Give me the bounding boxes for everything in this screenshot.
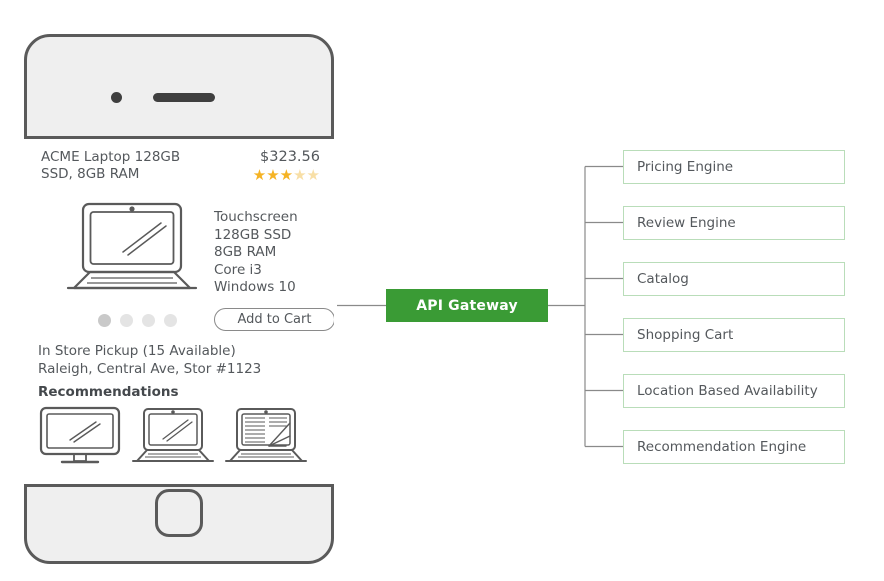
- api-gateway-node[interactable]: API Gateway: [386, 289, 548, 322]
- laptop-icon[interactable]: [131, 406, 215, 466]
- carousel-dot[interactable]: [164, 314, 177, 327]
- spec-item: Windows 10: [214, 279, 296, 295]
- phone-screen: ACME Laptop 128GB SSD, 8GB RAM $323.56 ★…: [24, 136, 334, 487]
- spec-item: Core i3: [214, 261, 262, 278]
- store-availability: In Store Pickup (15 Available) Raleigh, …: [38, 343, 261, 378]
- star-filled-icon: ★: [266, 166, 280, 184]
- speaker-grill-icon: [153, 93, 215, 102]
- star-filled-icon: ★: [252, 166, 267, 184]
- spec-item: 8GB RAM: [214, 244, 277, 260]
- desktop-monitor-icon[interactable]: [38, 406, 122, 466]
- spec-item: Touchscreen: [214, 209, 298, 225]
- service-box-shopping-cart[interactable]: Shopping Cart: [623, 318, 845, 352]
- availability-line-1: In Store Pickup (15 Available): [38, 343, 236, 359]
- product-price: $323.56: [260, 149, 320, 165]
- carousel-dot[interactable]: [120, 314, 133, 327]
- add-to-cart-button[interactable]: Add to Cart: [214, 308, 334, 331]
- smartphone-mockup: ACME Laptop 128GB SSD, 8GB RAM $323.56 ★…: [24, 34, 334, 564]
- home-button[interactable]: [155, 489, 203, 537]
- service-box-location-based-availability[interactable]: Location Based Availability: [623, 374, 845, 408]
- service-box-catalog[interactable]: Catalog: [623, 262, 845, 296]
- service-box-review-engine[interactable]: Review Engine: [623, 206, 845, 240]
- service-box-pricing-engine[interactable]: Pricing Engine: [623, 150, 845, 184]
- recommendations-heading: Recommendations: [38, 384, 179, 400]
- image-carousel-dots[interactable]: [98, 314, 177, 327]
- product-title: ACME Laptop 128GB SSD, 8GB RAM: [41, 149, 181, 182]
- carousel-dot[interactable]: [98, 314, 111, 327]
- diagram-canvas: ACME Laptop 128GB SSD, 8GB RAM $323.56 ★…: [0, 0, 884, 581]
- service-box-recommendation-engine[interactable]: Recommendation Engine: [623, 430, 845, 464]
- star-empty-icon: ★: [306, 166, 320, 184]
- availability-line-2: Raleigh, Central Ave, Stor #1123: [38, 360, 262, 377]
- product-spec-list: Touchscreen 128GB SSD 8GB RAM Core i3 Wi…: [214, 209, 298, 297]
- spec-item: 128GB SSD: [214, 226, 292, 243]
- recommendations-row: [38, 406, 308, 466]
- star-rating: ★★★★★: [253, 168, 320, 183]
- star-filled-icon: ★: [279, 166, 294, 184]
- laptop-icon: [66, 202, 198, 290]
- laptop-with-text-icon[interactable]: [224, 406, 308, 466]
- front-camera-icon: [111, 92, 122, 103]
- star-empty-icon: ★: [293, 166, 307, 184]
- carousel-dot[interactable]: [142, 314, 155, 327]
